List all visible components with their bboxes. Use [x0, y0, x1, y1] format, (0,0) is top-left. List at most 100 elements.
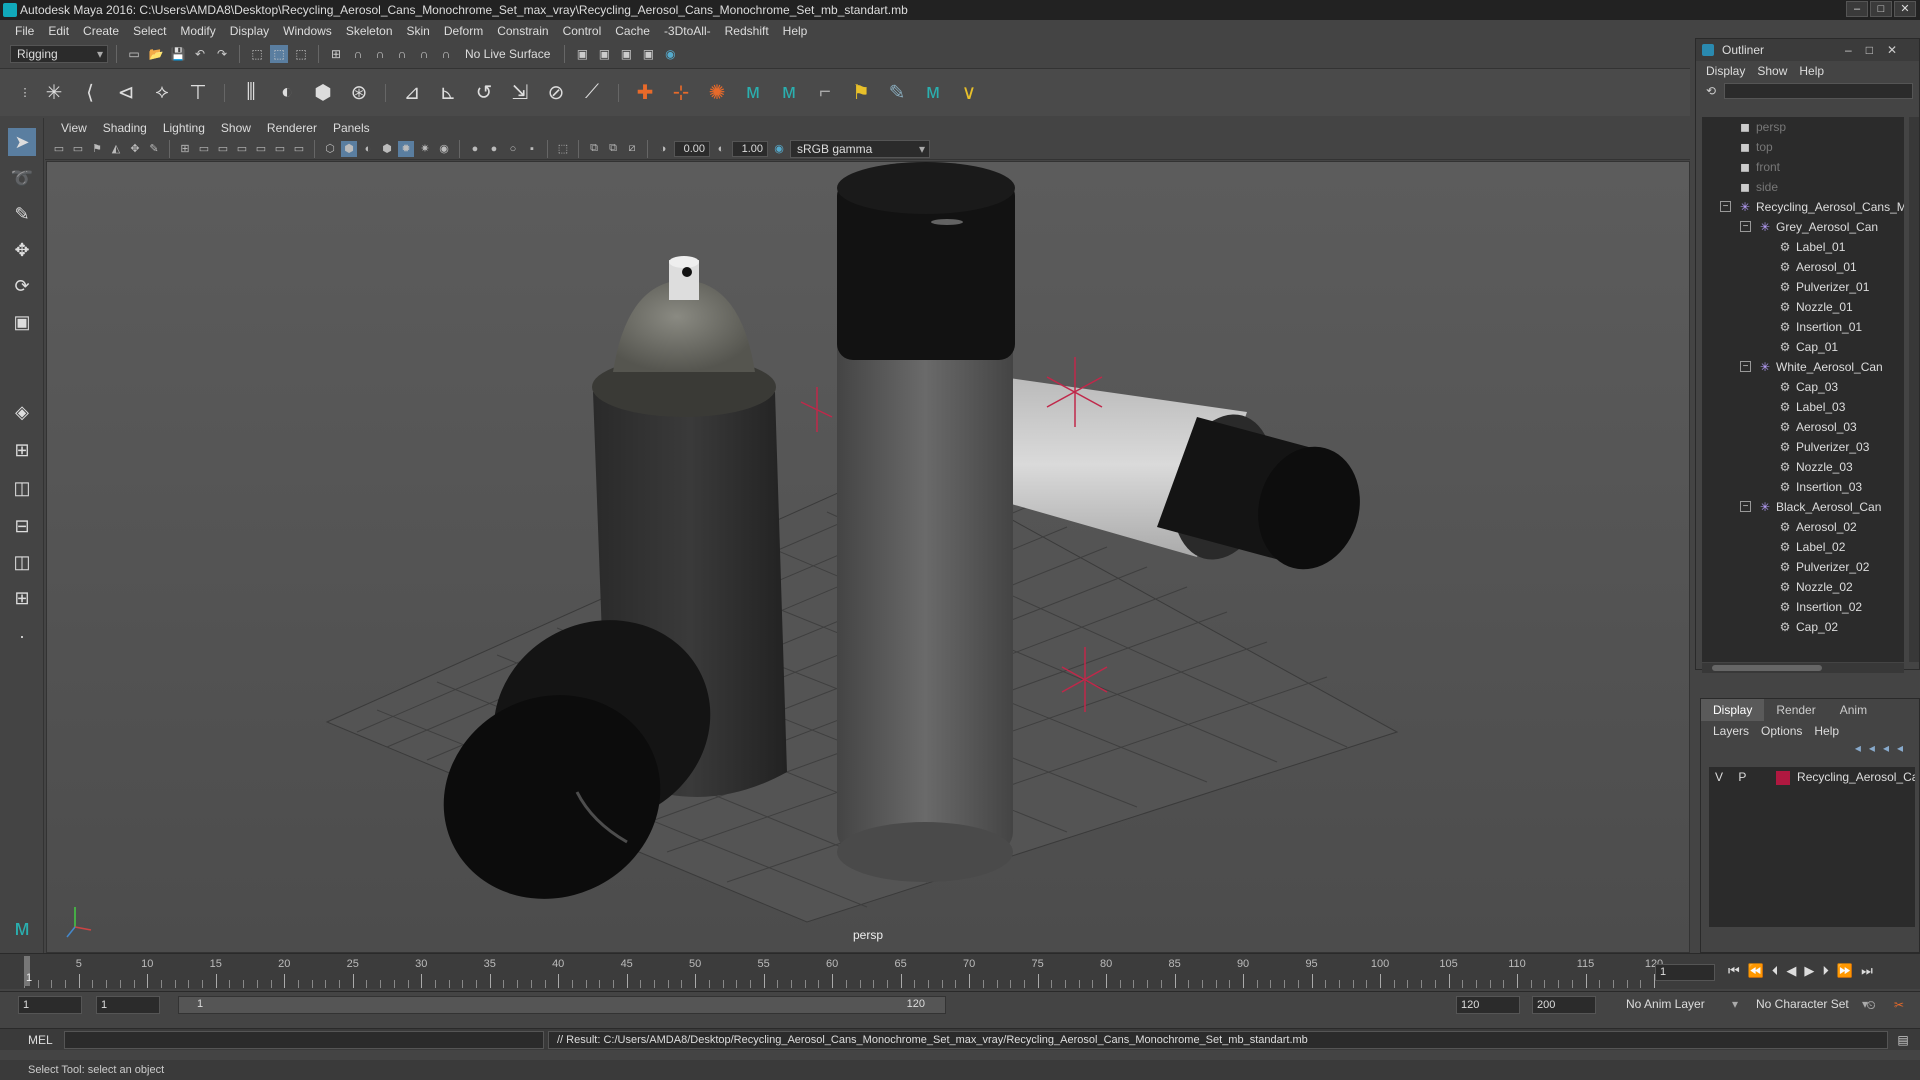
save-scene-icon[interactable]: 💾 [169, 45, 187, 63]
play-backward-icon[interactable]: ◀ [1786, 963, 1796, 979]
menu-skeleton[interactable]: Skeleton [339, 24, 400, 38]
grid-icon[interactable]: ⊞ [177, 141, 193, 157]
render-view-icon[interactable]: ▣ [639, 45, 657, 63]
anim-layer-dropdown[interactable]: No Anim Layer [1620, 996, 1742, 1014]
menu-help[interactable]: Help [776, 24, 815, 38]
xray-joints-icon[interactable]: ⧉ [586, 141, 602, 157]
outliner-item[interactable]: ◼ front [1738, 157, 1780, 177]
layer-menu-options[interactable]: Options [1761, 724, 1802, 738]
open-scene-icon[interactable]: 📂 [147, 45, 165, 63]
pole-vector-icon[interactable]: ⟋ [578, 79, 606, 107]
lasso-tool-icon[interactable]: ➰ [8, 164, 36, 192]
expand-toggle-icon[interactable]: − [1740, 221, 1751, 232]
menu-3dtoall[interactable]: -3DtoAll- [657, 24, 718, 38]
depth-of-field-icon[interactable]: ○ [505, 141, 521, 157]
select-component-icon[interactable]: ⬚ [292, 45, 310, 63]
ik-handle-icon[interactable]: ⊤ [184, 79, 212, 107]
outliner-menu-show[interactable]: Show [1757, 64, 1787, 78]
panel-menu-renderer[interactable]: Renderer [259, 121, 325, 135]
new-scene-icon[interactable]: ▭ [125, 45, 143, 63]
expand-toggle-icon[interactable]: − [1740, 501, 1751, 512]
playback-start-field[interactable]: 1 [96, 996, 160, 1014]
wireframe-icon[interactable]: ⬡ [322, 141, 338, 157]
two-view-side-icon[interactable]: ◫ [8, 474, 36, 502]
outliner-menu-display[interactable]: Display [1706, 64, 1745, 78]
quick-rig-icon[interactable]: ᴍ [919, 79, 947, 107]
range-slider[interactable]: 1 120 [178, 996, 946, 1014]
close-button[interactable]: ✕ [1894, 1, 1916, 17]
step-back-frame-icon[interactable]: ⏪ [1748, 963, 1764, 979]
step-forward-frame-icon[interactable]: ⏩ [1837, 963, 1853, 979]
bracket-icon[interactable]: ⌐ [811, 79, 839, 107]
layer-menu-layers[interactable]: Layers [1713, 724, 1749, 738]
paint-weights-icon[interactable]: ◐ [273, 79, 301, 107]
menu-redshift[interactable]: Redshift [718, 24, 776, 38]
wireframe-on-shaded-icon[interactable]: ◐ [360, 141, 376, 157]
select-object-icon[interactable]: ⬚ [270, 45, 288, 63]
insert-joint-icon[interactable]: ⟨ [76, 79, 104, 107]
layer-menu-help[interactable]: Help [1814, 724, 1839, 738]
safe-action-icon[interactable]: ▭ [272, 141, 288, 157]
four-view-icon[interactable]: ⊞ [8, 436, 36, 464]
outliner-item[interactable]: ⚙ Pulverizer_02 [1778, 557, 1870, 577]
layer-action-icons[interactable]: ◂◂◂◂ [1701, 741, 1919, 763]
outliner-item[interactable]: − ✳ Black_Aerosol_Can [1740, 497, 1881, 517]
outliner-persp-icon[interactable]: ◫ [8, 548, 36, 576]
current-frame-field[interactable]: 1 [1655, 964, 1715, 981]
script-editor-icon[interactable]: ▤ [1894, 1031, 1912, 1049]
maximize-button[interactable]: □ [1870, 1, 1892, 17]
layer-visibility-toggle[interactable]: V [1709, 767, 1729, 787]
outliner-window-controls[interactable]: –□✕ [1845, 39, 1911, 61]
playback-end-field[interactable]: 120 [1456, 996, 1520, 1014]
outliner-item[interactable]: ⚙ Cap_01 [1778, 337, 1838, 357]
menu-control[interactable]: Control [556, 24, 609, 38]
outliner-item[interactable]: ⚙ Cap_02 [1778, 617, 1838, 637]
select-tool-icon[interactable]: ➤ [8, 128, 36, 156]
cluster-icon[interactable]: ⊛ [345, 79, 373, 107]
panel-menu-view[interactable]: View [53, 121, 95, 135]
panel-menu-lighting[interactable]: Lighting [155, 121, 213, 135]
layer-tab-anim[interactable]: Anim [1828, 699, 1879, 721]
gamma-field[interactable]: 1.00 [732, 140, 768, 157]
graph-persp-icon[interactable]: ⊞ [8, 584, 36, 612]
humanik-icon[interactable]: ᴍ [739, 79, 767, 107]
render-frame-icon[interactable]: ▣ [595, 45, 613, 63]
cluster-handle-icon[interactable]: ✺ [703, 79, 731, 107]
go-to-end-icon[interactable]: ⏭ [1861, 963, 1873, 979]
snap-magnet-icon[interactable]: ∩ [437, 45, 455, 63]
step-forward-key-icon[interactable]: ⏵ [1822, 963, 1829, 979]
exposure-icon[interactable]: ◑ [655, 141, 671, 157]
panel-menu-panels[interactable]: Panels [325, 121, 378, 135]
time-ruler[interactable]: 5 10 15 20 25 30 35 40 45 50 55 60 65 70 75 80 85 90 95 100… [24, 958, 1663, 988]
isolate-select-icon[interactable]: ▪ [524, 141, 540, 157]
perspective-viewport[interactable]: persp [46, 161, 1690, 953]
rotate-tool-icon[interactable]: ⟳ [8, 272, 36, 300]
outliner-item[interactable]: ⚙ Nozzle_03 [1778, 457, 1853, 477]
snap-point-icon[interactable]: ∩ [371, 45, 389, 63]
snap-surface-icon[interactable]: ∩ [415, 45, 433, 63]
locator-icon[interactable]: ✚ [631, 79, 659, 107]
xray-icon[interactable]: ⬚ [555, 141, 571, 157]
xray-active-icon[interactable]: ⧉ [605, 141, 621, 157]
outliner-item[interactable]: ⚙ Insertion_03 [1778, 477, 1862, 497]
hypershade-icon[interactable]: ◉ [661, 45, 679, 63]
menu-windows[interactable]: Windows [276, 24, 339, 38]
expand-toggle-icon[interactable]: − [1720, 201, 1731, 212]
select-hierarchy-icon[interactable]: ⬚ [248, 45, 266, 63]
use-all-lights-icon[interactable]: ✹ [398, 140, 414, 157]
menu-display[interactable]: Display [223, 24, 276, 38]
smooth-shade-icon[interactable]: ⬢ [341, 140, 357, 157]
aim-constraint-icon[interactable]: ⊘ [542, 79, 570, 107]
backface-icon[interactable]: ⧄ [624, 141, 640, 157]
safe-title-icon[interactable]: ▭ [291, 141, 307, 157]
menu-select[interactable]: Select [126, 24, 173, 38]
layer-tab-display[interactable]: Display [1701, 699, 1765, 721]
animation-start-field[interactable]: 1 [18, 996, 82, 1014]
two-view-stack-icon[interactable]: ⊟ [8, 512, 36, 540]
menu-create[interactable]: Create [76, 24, 126, 38]
menu-cache[interactable]: Cache [608, 24, 657, 38]
outliner-item[interactable]: ⚙ Label_03 [1778, 397, 1846, 417]
point-constraint-icon[interactable]: ⊾ [434, 79, 462, 107]
refresh-icon[interactable]: ⟲ [1702, 82, 1720, 100]
auto-key-icon[interactable]: ⏲ [1862, 996, 1880, 1014]
